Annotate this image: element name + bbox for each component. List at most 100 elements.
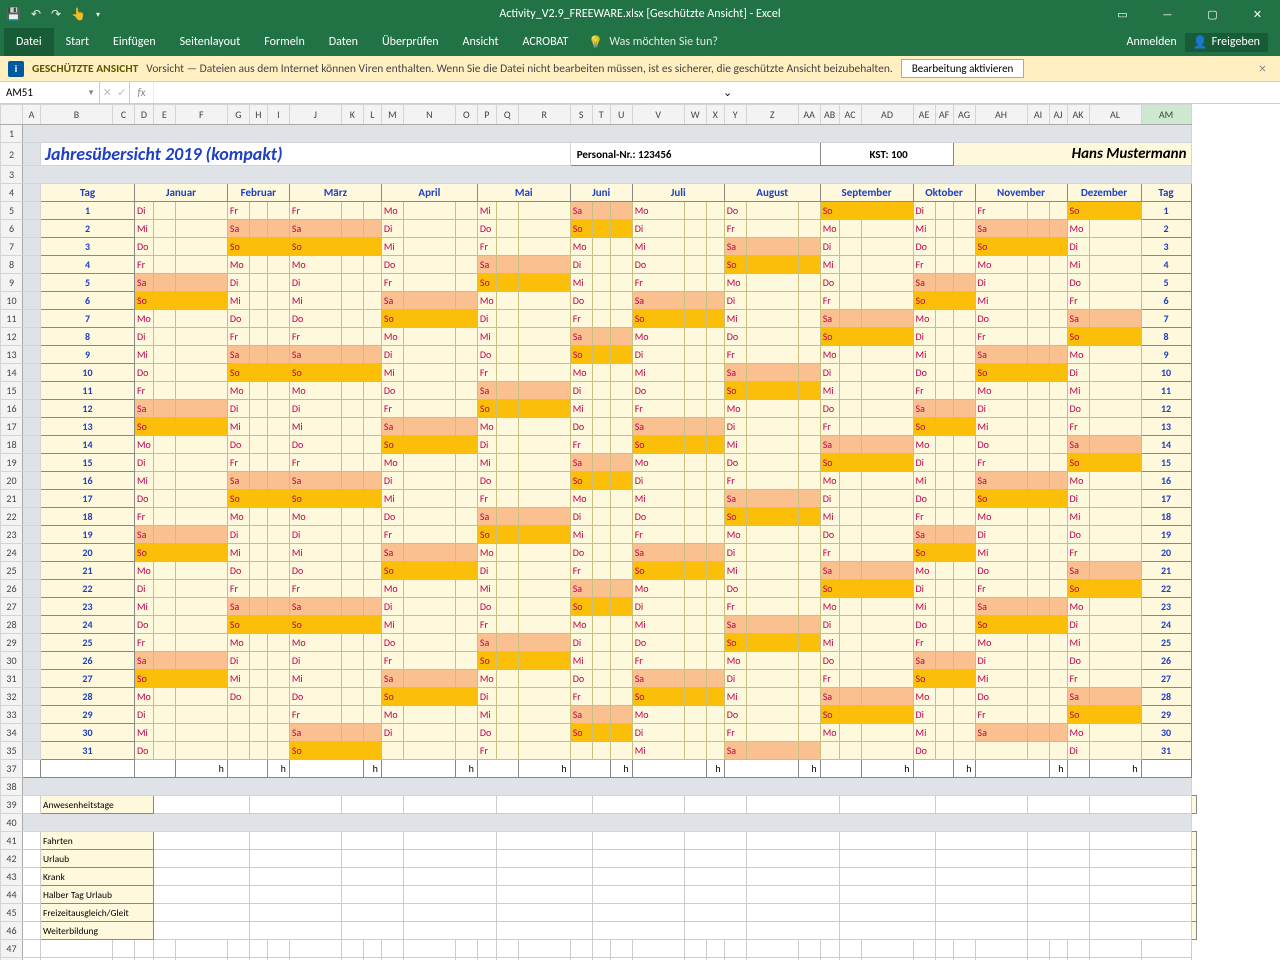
formula-bar[interactable] [154,82,717,103]
weekday-cell[interactable]: Do [1067,274,1089,292]
weekday-cell[interactable]: Mo [477,418,496,436]
col-header[interactable]: X [706,105,724,125]
day-number[interactable]: 28 [41,688,135,706]
day-number-right[interactable]: 31 [1141,742,1191,760]
weekday-cell[interactable]: Do [820,652,839,670]
row-header[interactable]: 37 [1,760,23,778]
weekday-cell[interactable]: So [724,508,746,526]
qat-customize-icon[interactable]: ▾ [96,10,100,19]
weekday-cell[interactable]: So [632,688,684,706]
row-header[interactable]: 3 [1,166,23,184]
weekday-cell[interactable] [820,742,839,760]
weekday-cell[interactable]: Sa [381,544,403,562]
weekday-cell[interactable]: Do [570,670,592,688]
weekday-cell[interactable]: Mi [135,220,154,238]
weekday-cell[interactable]: So [632,562,684,580]
row-header[interactable]: 2 [1,143,23,166]
weekday-cell[interactable]: Do [724,328,746,346]
weekday-cell[interactable]: Do [381,634,403,652]
weekday-cell[interactable]: Mi [1067,634,1089,652]
weekday-cell[interactable]: Mo [724,526,746,544]
tag-header-right[interactable]: Tag [1141,184,1191,202]
weekday-cell[interactable]: Di [477,436,496,454]
col-header[interactable]: O [455,105,477,125]
namebox-dropdown-icon[interactable]: ▼ [87,88,95,98]
day-number[interactable]: 17 [41,490,135,508]
weekday-cell[interactable]: Do [570,544,592,562]
weekday-cell[interactable]: Di [724,544,746,562]
row-header[interactable]: 20 [1,472,23,490]
day-number[interactable]: 8 [41,328,135,346]
weekday-cell[interactable]: Fr [477,490,496,508]
day-number-right[interactable]: 22 [1141,580,1191,598]
day-number[interactable]: 11 [41,382,135,400]
row-header[interactable]: 30 [1,652,23,670]
col-header[interactable]: AK [1067,105,1089,125]
hours-input[interactable] [724,760,798,778]
urlaub-label[interactable]: Urlaub [41,850,154,868]
weekday-cell[interactable]: Di [1067,742,1089,760]
weekday-cell[interactable]: Mi [227,418,249,436]
day-number[interactable]: 31 [41,742,135,760]
weekday-cell[interactable]: Do [289,562,341,580]
weekday-cell[interactable]: Do [1067,400,1089,418]
weekday-cell[interactable]: Mi [570,400,592,418]
weekday-cell[interactable]: Mi [820,508,839,526]
weekday-cell[interactable]: So [724,634,746,652]
row-header[interactable]: 35 [1,742,23,760]
weekday-cell[interactable]: Fr [1067,544,1089,562]
kst[interactable]: KST: 100 [820,143,953,166]
weekday-cell[interactable]: Sa [1067,688,1089,706]
weekday-cell[interactable]: Fr [913,508,935,526]
weekday-cell[interactable]: So [570,724,592,742]
select-all[interactable] [1,105,23,125]
weekday-cell[interactable]: Sa [570,328,592,346]
weekday-cell[interactable]: Mi [477,328,496,346]
tab-acrobat[interactable]: ACROBAT [511,28,581,56]
weekday-cell[interactable] [227,742,249,760]
half-day-label[interactable]: Halber Tag Urlaub [41,886,154,904]
weekday-cell[interactable]: Fr [1067,292,1089,310]
tab-datei[interactable]: Datei [4,28,54,56]
weekday-cell[interactable]: Sa [632,544,684,562]
weekday-cell[interactable]: Mi [1067,508,1089,526]
weekday-cell[interactable]: Fr [227,328,249,346]
presence-days-label[interactable]: Anwesenheitstage [41,796,154,814]
row-header[interactable]: 26 [1,580,23,598]
tab-seitenlayout[interactable]: Seitenlayout [168,28,253,56]
col-header[interactable]: AM [1141,105,1191,125]
weekday-cell[interactable]: Fr [632,526,684,544]
col-header[interactable]: AD [861,105,913,125]
weekday-cell[interactable]: Fr [381,526,403,544]
weekday-cell[interactable]: Mo [381,580,403,598]
day-number[interactable]: 19 [41,526,135,544]
weekday-cell[interactable]: Mo [913,310,935,328]
month-header[interactable]: September [820,184,913,202]
weekday-cell[interactable]: Sa [1067,562,1089,580]
day-number-right[interactable]: 14 [1141,436,1191,454]
weekday-cell[interactable]: Do [913,238,935,256]
row-header[interactable]: 10 [1,292,23,310]
weekday-cell[interactable]: Fr [289,202,341,220]
weekday-cell[interactable]: Do [227,436,249,454]
weekday-cell[interactable]: So [135,544,154,562]
weekday-cell[interactable]: Sa [724,364,746,382]
weekday-cell[interactable]: Mi [632,742,684,760]
day-number[interactable]: 3 [41,238,135,256]
weekday-cell[interactable]: Di [1067,616,1089,634]
col-header[interactable]: D [135,105,154,125]
weekday-cell[interactable]: Fr [913,634,935,652]
weekday-cell[interactable]: Mi [724,310,746,328]
weekday-cell[interactable]: So [975,364,1027,382]
weekday-cell[interactable]: Do [975,562,1027,580]
weekday-cell[interactable]: Do [975,688,1027,706]
weekday-cell[interactable]: Sa [381,670,403,688]
weekday-cell[interactable]: Di [289,274,341,292]
day-number-right[interactable]: 29 [1141,706,1191,724]
krank-label[interactable]: Krank [41,868,154,886]
weekday-cell[interactable]: Mo [913,562,935,580]
day-number[interactable]: 14 [41,436,135,454]
weekday-cell[interactable]: Mo [135,310,154,328]
day-number-right[interactable]: 13 [1141,418,1191,436]
day-number-right[interactable]: 11 [1141,382,1191,400]
